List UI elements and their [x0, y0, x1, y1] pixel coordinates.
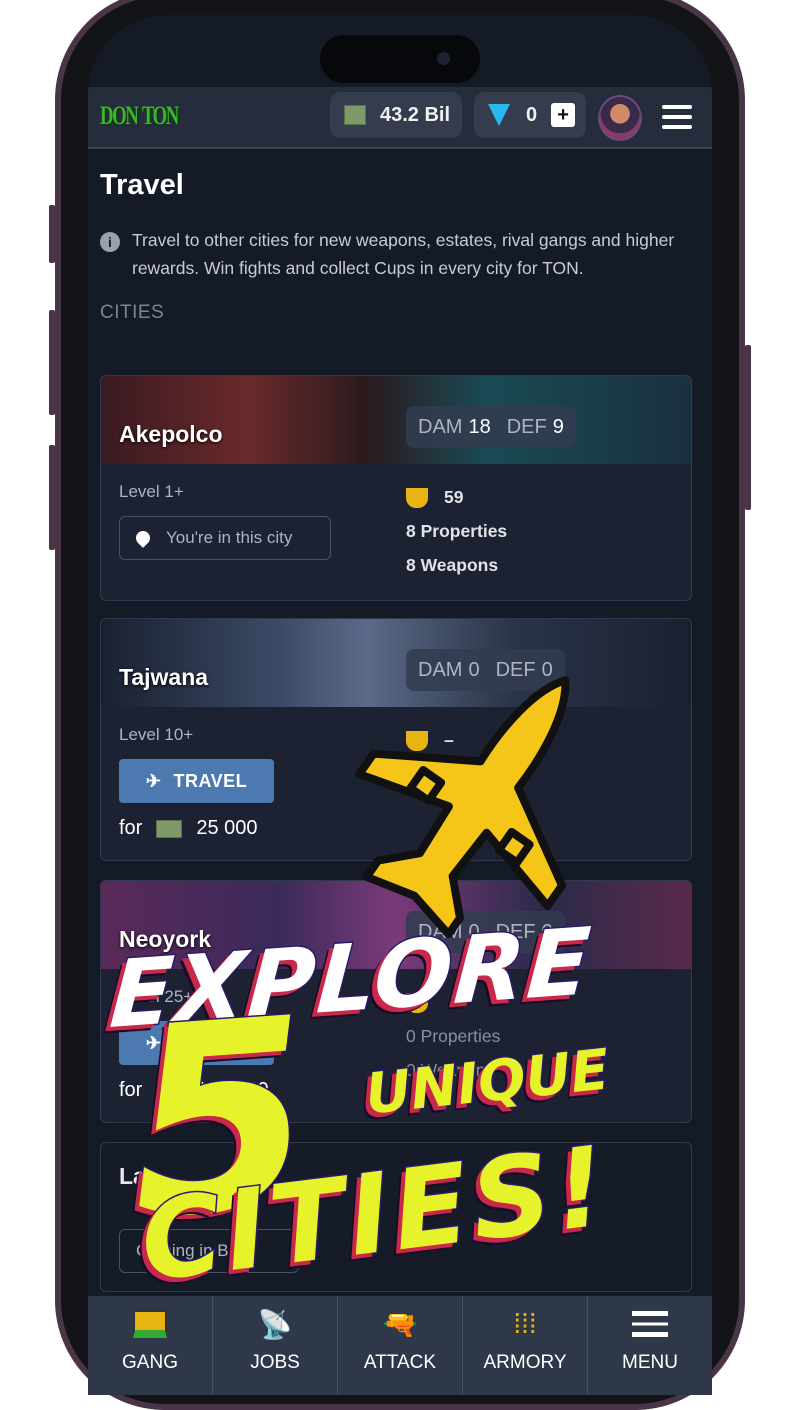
city-name: La [119, 1163, 146, 1189]
city-name: Akepolco [119, 421, 223, 447]
trophy-icon [406, 731, 428, 752]
city-banner: Tajwana DAM 0 DEF 0 [101, 619, 691, 707]
avatar[interactable] [598, 95, 642, 141]
antenna-icon: 📡 [257, 1308, 293, 1340]
nav-attack[interactable]: 🔫 ATTACK [338, 1296, 463, 1395]
cash-value: 43.2 Bil [380, 103, 451, 126]
diamond-icon [488, 104, 510, 126]
city-rewards: –0 P [406, 730, 454, 784]
city-level: Level 25+ [119, 987, 194, 1006]
hamburger-icon[interactable] [662, 105, 692, 135]
nav-jobs[interactable]: 📡 JOBS [213, 1296, 338, 1395]
pistol-icon: 🔫 [382, 1308, 418, 1340]
city-name: Neoyork [119, 926, 212, 952]
city-level: Level 1+ [119, 482, 184, 501]
cash-icon [344, 105, 366, 125]
city-stats: DAM 0 DEF 0 [406, 649, 565, 691]
city-card: Tajwana DAM 0 DEF 0 Level 10+ ✈ TRAVEL for 25… [100, 618, 692, 861]
city-stats: DAM 18 DEF 9 [406, 406, 576, 448]
info-text: Travel to other cities for new weapons, … [132, 230, 675, 278]
city-card: Akepolco DAM 18 DEF 9 Level 1+ You're in th… [100, 375, 692, 601]
phone-side-button [745, 345, 751, 510]
city-card: Neoyork DAM 0 DEF 0 Level 25+ ✈ TRAVEL for 10… [100, 880, 692, 1123]
nav-armory[interactable]: ⁞⁞⁞ ARMORY [463, 1296, 588, 1395]
page-title: Travel [100, 169, 184, 201]
city-rewards: 0 Properties 0 Weapons [406, 985, 500, 1087]
logo[interactable]: DON TON [100, 95, 179, 133]
city-banner: Neoyork DAM 0 DEF 0 [101, 881, 691, 969]
travel-button[interactable]: ✈ TRAVEL [119, 1021, 274, 1065]
travel-cost: for 100 000 [119, 1079, 269, 1101]
info-icon: i [100, 232, 120, 252]
logo-text: TON [141, 101, 179, 130]
airplane-icon: ✈ [145, 770, 162, 791]
nav-menu[interactable]: MENU [588, 1296, 712, 1395]
cash-balance[interactable]: 43.2 Bil [330, 92, 462, 138]
trophy-icon [406, 993, 428, 1014]
travel-button[interactable]: ✈ TRAVEL [119, 759, 274, 803]
travel-cost: for 25 000 [119, 817, 258, 839]
hamburger-icon [588, 1304, 712, 1344]
airplane-icon: ✈ [145, 1032, 162, 1053]
screen: DON TON 43.2 Bil 0 + Travel i Travel to ot… [88, 15, 712, 1395]
city-name: Tajwana [119, 664, 209, 690]
bullets-icon: ⁞⁞⁞ [513, 1308, 537, 1339]
dynamic-island [320, 35, 480, 83]
top-bar: DON TON 43.2 Bil 0 + [88, 87, 712, 149]
cash-icon [156, 1081, 183, 1100]
add-gems-button[interactable]: + [551, 103, 576, 127]
weapons-count: 0 Weapons [406, 1060, 495, 1080]
location-pin-icon [133, 528, 153, 548]
section-label: CITIES [100, 302, 165, 323]
city-stats: DAM 0 DEF 0 [406, 911, 565, 953]
travel-page: Travel i Travel to other cities for new w… [100, 151, 692, 1292]
city-card: La Coming in B [100, 1142, 692, 1292]
trophy-icon [406, 488, 428, 509]
properties-count: 8 Properties [406, 521, 508, 541]
gem-balance: 0 + [474, 92, 586, 138]
current-city-badge: You're in this city [119, 516, 331, 560]
gang-icon [88, 1304, 212, 1344]
cash-icon [156, 819, 183, 838]
weapons-count: 8 Weapons [406, 555, 499, 575]
city-level: Level 10+ [119, 725, 194, 744]
nav-gang[interactable]: GANG [88, 1296, 213, 1395]
properties-count: 0 Properties [406, 1026, 501, 1046]
logo-text: DON [100, 101, 139, 130]
city-banner: Akepolco DAM 18 DEF 9 [101, 376, 691, 464]
info-note: i Travel to other cities for new weapons,… [100, 226, 692, 282]
gem-value: 0 [526, 103, 538, 126]
city-rewards: 59 8 Properties 8 Weapons [406, 487, 508, 575]
bottom-nav: GANG 📡 JOBS 🔫 ATTACK ⁞⁞⁞ ARMORY MENU [88, 1296, 712, 1395]
properties-count: 0 P [406, 764, 433, 784]
coming-soon-badge: Coming in B [119, 1229, 299, 1273]
